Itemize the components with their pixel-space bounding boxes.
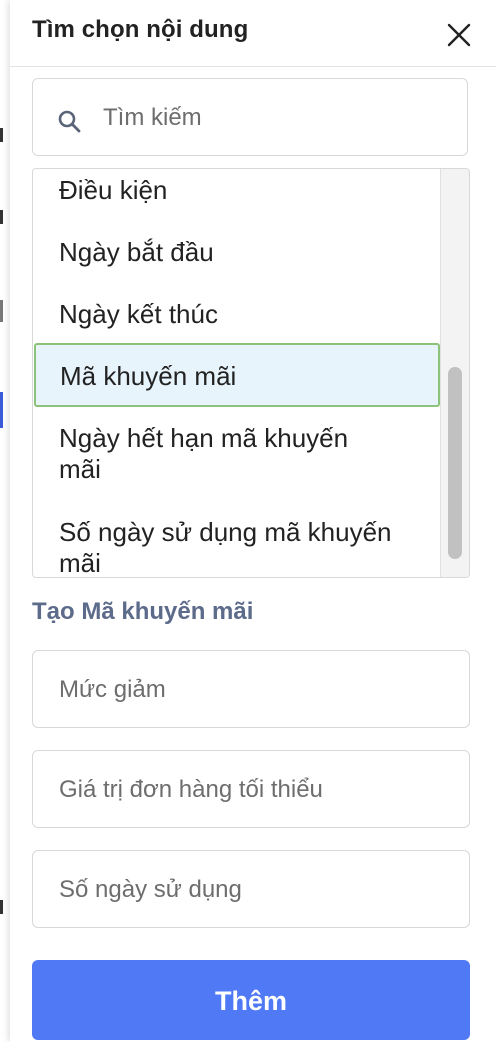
panel-header: Tìm chọn nội dung [10,0,496,67]
list-item-label: Ngày kết thúc [59,299,218,329]
usage-days-input[interactable] [57,869,451,911]
list-item-label: Mã khuyến mãi [60,361,237,391]
background-text-fragment [0,900,3,914]
min-order-value-input[interactable] [57,769,451,811]
content-list-items: Điều kiện Ngày bắt đầu Ngày kết thúc Mã … [33,169,441,577]
close-icon[interactable] [446,22,472,48]
list-item-label: Ngày hết hạn mã khuyến mãi [59,423,349,484]
search-box[interactable] [32,78,468,156]
list-item[interactable]: Ngày bắt đầu [33,237,441,268]
discount-field[interactable] [32,650,470,728]
usage-days-field[interactable] [32,850,470,928]
list-scrollbar[interactable] [440,169,469,577]
list-item-label: Ngày bắt đầu [59,237,214,267]
background-accent-fragment [0,392,3,428]
list-item-label: Điều kiện [59,175,168,205]
background-text-fragment [0,210,3,224]
content-list: Điều kiện Ngày bắt đầu Ngày kết thúc Mã … [32,168,470,578]
min-order-value-field[interactable] [32,750,470,828]
scrollbar-thumb[interactable] [448,367,462,559]
background-text-fragment [0,128,3,142]
add-button[interactable]: Thêm [32,960,470,1040]
list-item-label: Số ngày sử dụng mã khuyến mãi [59,517,392,577]
panel-title: Tìm chọn nội dung [32,16,249,43]
discount-input[interactable] [57,669,451,711]
content-picker-panel: Tìm chọn nội dung Điều kiện Ngày bắt đầu… [10,0,496,1042]
list-item[interactable]: Số ngày sử dụng mã khuyến mãi [33,517,441,577]
search-input[interactable] [101,97,445,139]
list-item-selected[interactable]: Mã khuyến mãi [34,343,440,407]
list-item[interactable]: Ngày hết hạn mã khuyến mãi [33,423,441,485]
list-item[interactable]: Ngày kết thúc [33,299,441,330]
search-icon [57,109,83,135]
background-text-fragment [0,300,3,322]
create-section-title: Tạo Mã khuyến mãi [32,598,254,625]
list-item[interactable]: Điều kiện [33,175,441,206]
